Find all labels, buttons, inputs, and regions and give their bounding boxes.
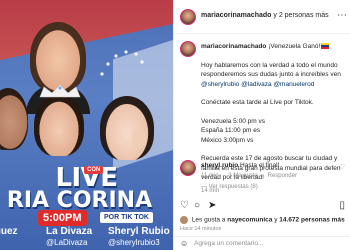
author-username[interactable]: mariacorinamachado xyxy=(201,12,271,19)
heart-icon[interactable]: ♡ xyxy=(339,163,345,171)
guest-credit: Sheryl Rubio @sherylrubio3 xyxy=(108,226,170,248)
guest-portrait-left xyxy=(0,88,28,150)
reply-button[interactable]: Responder xyxy=(268,173,297,179)
liker-username[interactable]: nayecomunica xyxy=(227,217,272,224)
posted-time: Hace 14 minutos xyxy=(180,226,222,232)
comment-text: sheryl.rubio Hasta el final! xyxy=(201,161,350,171)
likes-prefix: Les gusta a xyxy=(191,216,226,224)
see-replies-link[interactable]: — Ver respuestas (8) xyxy=(201,184,258,190)
comment-likes[interactable]: 3 Me gusta xyxy=(228,173,258,179)
more-options-icon[interactable]: ⋯ xyxy=(337,10,347,21)
schedule-line: Venezuela 5:00 pm vs xyxy=(201,117,265,125)
comment-meta: 11 min 3 Me gusta Responder xyxy=(201,173,305,179)
host-portrait xyxy=(30,22,86,92)
guest-credit: La Divaza @LaDivaza xyxy=(46,226,92,248)
headline-name: RIA CORINA xyxy=(6,188,153,213)
caption-title: ¡Venezuela Ganó! xyxy=(268,43,321,50)
comment-username[interactable]: sheryl.rubio xyxy=(201,162,238,169)
guest-handle: @sherylrubio3 xyxy=(108,238,160,247)
caption-username[interactable]: mariacorinamachado xyxy=(201,43,266,50)
share-icon[interactable]: ➤ xyxy=(208,200,216,212)
time-badge: 5:00PM xyxy=(38,210,87,226)
post-panel: mariacorinamachado y 2 personas más ⋯ ma… xyxy=(173,0,350,250)
emoji-icon[interactable]: ☺ xyxy=(180,239,188,248)
comment-input[interactable] xyxy=(194,238,344,249)
comment-bar: ☺ xyxy=(174,236,350,250)
guest-portrait-right xyxy=(100,96,154,160)
guest-name: Sheryl Rubio xyxy=(108,226,170,237)
guest-handle: @LaDivaza xyxy=(46,238,88,247)
avatar[interactable] xyxy=(180,160,196,176)
avatar[interactable] xyxy=(180,41,196,57)
guest-credit: drÍguez lerod xyxy=(0,226,18,248)
schedule-line: México 3:00pm vs xyxy=(201,136,254,144)
post-header-text: mariacorinamachado y 2 personas más xyxy=(201,12,329,19)
post-header: mariacorinamachado y 2 personas más ⋯ xyxy=(174,0,350,34)
liker-avatar[interactable] xyxy=(180,216,188,224)
comment-icon[interactable]: ○ xyxy=(194,200,200,212)
guest-handle: lerod xyxy=(0,237,18,248)
collaborators-text[interactable]: y 2 personas más xyxy=(273,12,328,19)
caption-mentions[interactable]: @sherylrubio @ladivaza @manuelerod xyxy=(201,81,314,88)
caption-line: Hoy hablaremos con la verdad a todo el m… xyxy=(201,61,338,69)
likes-summary: Les gusta a nayecomunica y 14.672 person… xyxy=(180,216,345,224)
like-icon[interactable]: ♡ xyxy=(180,200,189,212)
see-replies-label: Ver respuestas (8) xyxy=(208,184,258,190)
guest-portrait-center xyxy=(34,94,84,156)
post-actions: ♡ ○ ➤ ▯ xyxy=(174,200,350,214)
comment-time: 11 min xyxy=(201,173,219,179)
schedule-line: España 11:00 pm es xyxy=(201,127,261,134)
venezuela-flag-icon xyxy=(321,43,330,50)
post-image[interactable]: LIVE RIA CORINA CON 5:00PM POR TIK TOK d… xyxy=(0,0,173,250)
likes-conj: y xyxy=(274,216,278,224)
guest-hand xyxy=(132,130,146,148)
caption-line: responderemos sus dudas junto a increíbl… xyxy=(201,71,341,78)
avatar[interactable] xyxy=(180,9,196,25)
con-badge: CON xyxy=(84,166,104,174)
bookmark-icon[interactable]: ▯ xyxy=(339,200,345,212)
guest-name: drÍguez xyxy=(0,226,18,237)
guest-name: La Divaza xyxy=(46,226,93,237)
likes-count[interactable]: 14.672 personas más xyxy=(279,217,344,224)
crown-icon xyxy=(39,84,81,98)
tiktok-badge: POR TIK TOK xyxy=(100,212,153,223)
flag-stars xyxy=(100,50,144,76)
comment-body: Hasta el final! xyxy=(240,162,280,169)
caption-line: Conéctate esta tarde al Live por Tiktok. xyxy=(201,99,314,106)
